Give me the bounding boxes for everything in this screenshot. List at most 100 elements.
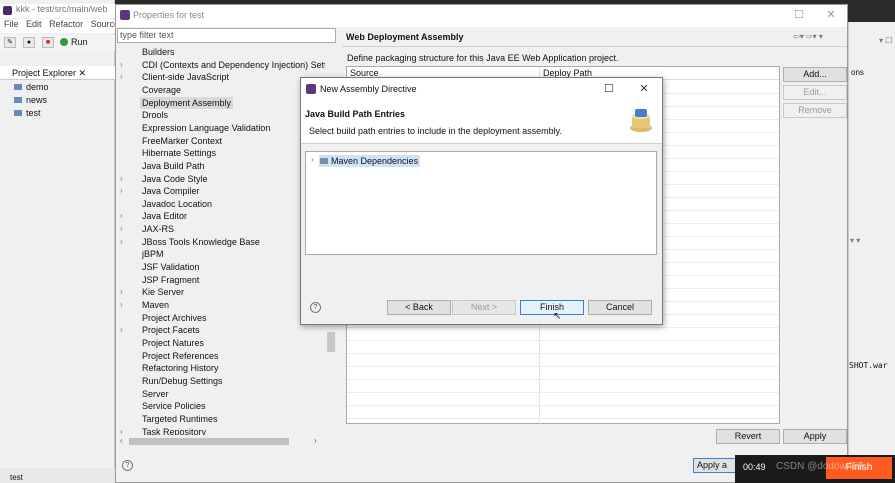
tree-item[interactable]: FreeMarker Context xyxy=(140,135,224,147)
entry-label: Maven Dependencies xyxy=(331,156,419,166)
add-button[interactable]: Add... xyxy=(783,67,847,82)
help-icon[interactable]: ? xyxy=(310,302,321,313)
close-icon[interactable]: ✕ xyxy=(825,9,837,21)
table-row xyxy=(347,392,779,393)
run-button[interactable]: Run xyxy=(60,36,112,49)
scrollbar-thumb[interactable] xyxy=(129,438,289,445)
expand-icon[interactable]: › xyxy=(120,210,123,222)
tree-item[interactable]: Deployment Assembly xyxy=(140,96,234,109)
tree-item[interactable]: Javadoc Location xyxy=(140,198,214,210)
new-icon[interactable]: ✎ xyxy=(4,37,16,48)
project-label: test xyxy=(26,108,41,118)
expand-icon[interactable]: › xyxy=(120,59,123,71)
library-icon xyxy=(320,158,328,164)
project-demo[interactable]: demo xyxy=(14,82,49,92)
back-button[interactable]: < Back xyxy=(387,300,451,315)
remove-button[interactable]: Remove xyxy=(783,103,847,118)
tree-item[interactable]: CDI (Contexts and Dependency Injection) … xyxy=(140,59,331,71)
expand-icon[interactable]: › xyxy=(120,286,123,298)
tree-item[interactable]: Refactoring History xyxy=(140,362,221,374)
tree-item[interactable]: Hibernate Settings xyxy=(140,147,218,159)
tree-item[interactable]: Project Archives xyxy=(140,312,209,324)
menu-source[interactable]: Source xyxy=(91,19,115,29)
tree-item[interactable]: Java Editor xyxy=(140,210,189,222)
next-button[interactable]: Next > xyxy=(452,300,516,315)
expand-icon[interactable]: › xyxy=(120,173,123,185)
project-news[interactable]: news xyxy=(14,95,47,105)
project-label: demo xyxy=(26,82,49,92)
scroll-right-icon[interactable]: › xyxy=(314,436,317,445)
tree-item[interactable]: Run/Debug Settings xyxy=(140,375,225,387)
menu-edit[interactable]: Edit xyxy=(26,19,42,29)
status-text: test xyxy=(10,473,23,482)
table-row xyxy=(347,366,779,367)
expand-icon[interactable]: › xyxy=(120,185,123,197)
eclipse-workbench: kkk - test/src/main/web File Edit Refact… xyxy=(0,0,115,483)
tree-item[interactable]: JAX-RS xyxy=(140,223,176,235)
stop-icon[interactable]: ■ xyxy=(42,37,54,48)
expand-icon[interactable]: › xyxy=(120,71,123,83)
filter-placeholder: type filter text xyxy=(120,30,174,40)
build-path-entries-list[interactable]: › Maven Dependencies xyxy=(305,151,657,255)
view-toolbar-icon[interactable]: ▾ ▾ xyxy=(850,236,860,245)
tree-item[interactable]: Builders xyxy=(140,46,177,58)
menu-refactor[interactable]: Refactor xyxy=(49,19,83,29)
expand-icon[interactable]: › xyxy=(120,236,123,248)
tree-item[interactable]: Project Natures xyxy=(140,337,206,349)
cancel-button[interactable]: Cancel xyxy=(588,300,652,315)
tree-item[interactable]: Java Compiler xyxy=(140,185,202,197)
tree-item[interactable]: Service Policies xyxy=(140,400,208,412)
tree-item[interactable]: JSF Validation xyxy=(140,261,201,273)
close-icon[interactable]: ✕ xyxy=(638,83,650,95)
revert-button[interactable]: Revert xyxy=(716,429,780,444)
properties-title: Properties for test xyxy=(133,10,205,20)
background-right-panel: ons ▾ ☐ ▾ ▾ SHOT.war xyxy=(848,22,895,483)
close-icon[interactable]: ✕ xyxy=(79,68,87,78)
table-row xyxy=(347,405,779,406)
tree-item[interactable]: Targeted Runtimes xyxy=(140,413,220,425)
filter-input[interactable]: type filter text xyxy=(117,28,336,43)
project-label: news xyxy=(26,95,48,105)
expand-icon[interactable]: › xyxy=(120,324,123,336)
eclipse-icon xyxy=(3,6,12,15)
ons-text: ons xyxy=(851,68,864,77)
maximize-icon[interactable]: ☐ xyxy=(793,9,805,21)
view-menu-icon[interactable]: ▾ ☐ xyxy=(879,36,892,45)
tree-item[interactable]: Coverage xyxy=(140,84,183,96)
expand-icon[interactable]: › xyxy=(311,155,314,164)
tree-horizontal-scrollbar[interactable]: ‹ › xyxy=(117,436,324,447)
tree-item[interactable]: Java Build Path xyxy=(140,160,207,172)
nav-arrows-icon[interactable]: ⇦▾ ⇨▾ ▾ xyxy=(793,32,823,41)
list-item-maven-dependencies[interactable]: Maven Dependencies xyxy=(319,155,421,167)
tree-item[interactable]: Project Facets xyxy=(140,324,202,336)
tree-item[interactable]: Java Code Style xyxy=(140,173,210,185)
expand-icon[interactable]: › xyxy=(120,426,123,436)
run-label: Run xyxy=(71,37,88,47)
edit-button[interactable]: Edit... xyxy=(783,85,847,100)
expand-icon[interactable]: › xyxy=(120,223,123,235)
table-row xyxy=(347,340,779,341)
tree-item[interactable]: Server xyxy=(140,388,171,400)
tree-item[interactable]: Project References xyxy=(140,350,221,362)
tree-item[interactable]: JSP Fragment xyxy=(140,274,201,286)
tree-item[interactable]: jBPM xyxy=(140,248,166,260)
tree-item[interactable]: Drools xyxy=(140,109,170,121)
finish-button[interactable]: Finish xyxy=(520,300,584,315)
apply-button[interactable]: Apply xyxy=(783,429,847,444)
tree-item[interactable]: Expression Language Validation xyxy=(140,122,272,134)
tree-item[interactable]: Task Repository xyxy=(140,426,208,436)
tree-item[interactable]: Kie Server xyxy=(140,286,186,298)
tree-item[interactable]: JBoss Tools Knowledge Base xyxy=(140,236,262,248)
project-explorer-tab[interactable]: Project Explorer ✕ xyxy=(0,66,115,80)
expand-icon[interactable]: › xyxy=(120,299,123,311)
tree-item[interactable]: Maven xyxy=(140,299,171,311)
folder-icon xyxy=(14,84,22,90)
scroll-left-icon[interactable]: ‹ xyxy=(120,436,123,445)
project-test[interactable]: test xyxy=(14,108,41,118)
maximize-icon[interactable]: ☐ xyxy=(603,83,615,95)
debug-icon[interactable]: ● xyxy=(23,37,35,48)
menu-file[interactable]: File xyxy=(4,19,19,29)
scrollbar-thumb[interactable] xyxy=(327,332,335,352)
tree-item[interactable]: Client-side JavaScript xyxy=(140,71,231,83)
help-icon[interactable]: ? xyxy=(122,460,133,471)
